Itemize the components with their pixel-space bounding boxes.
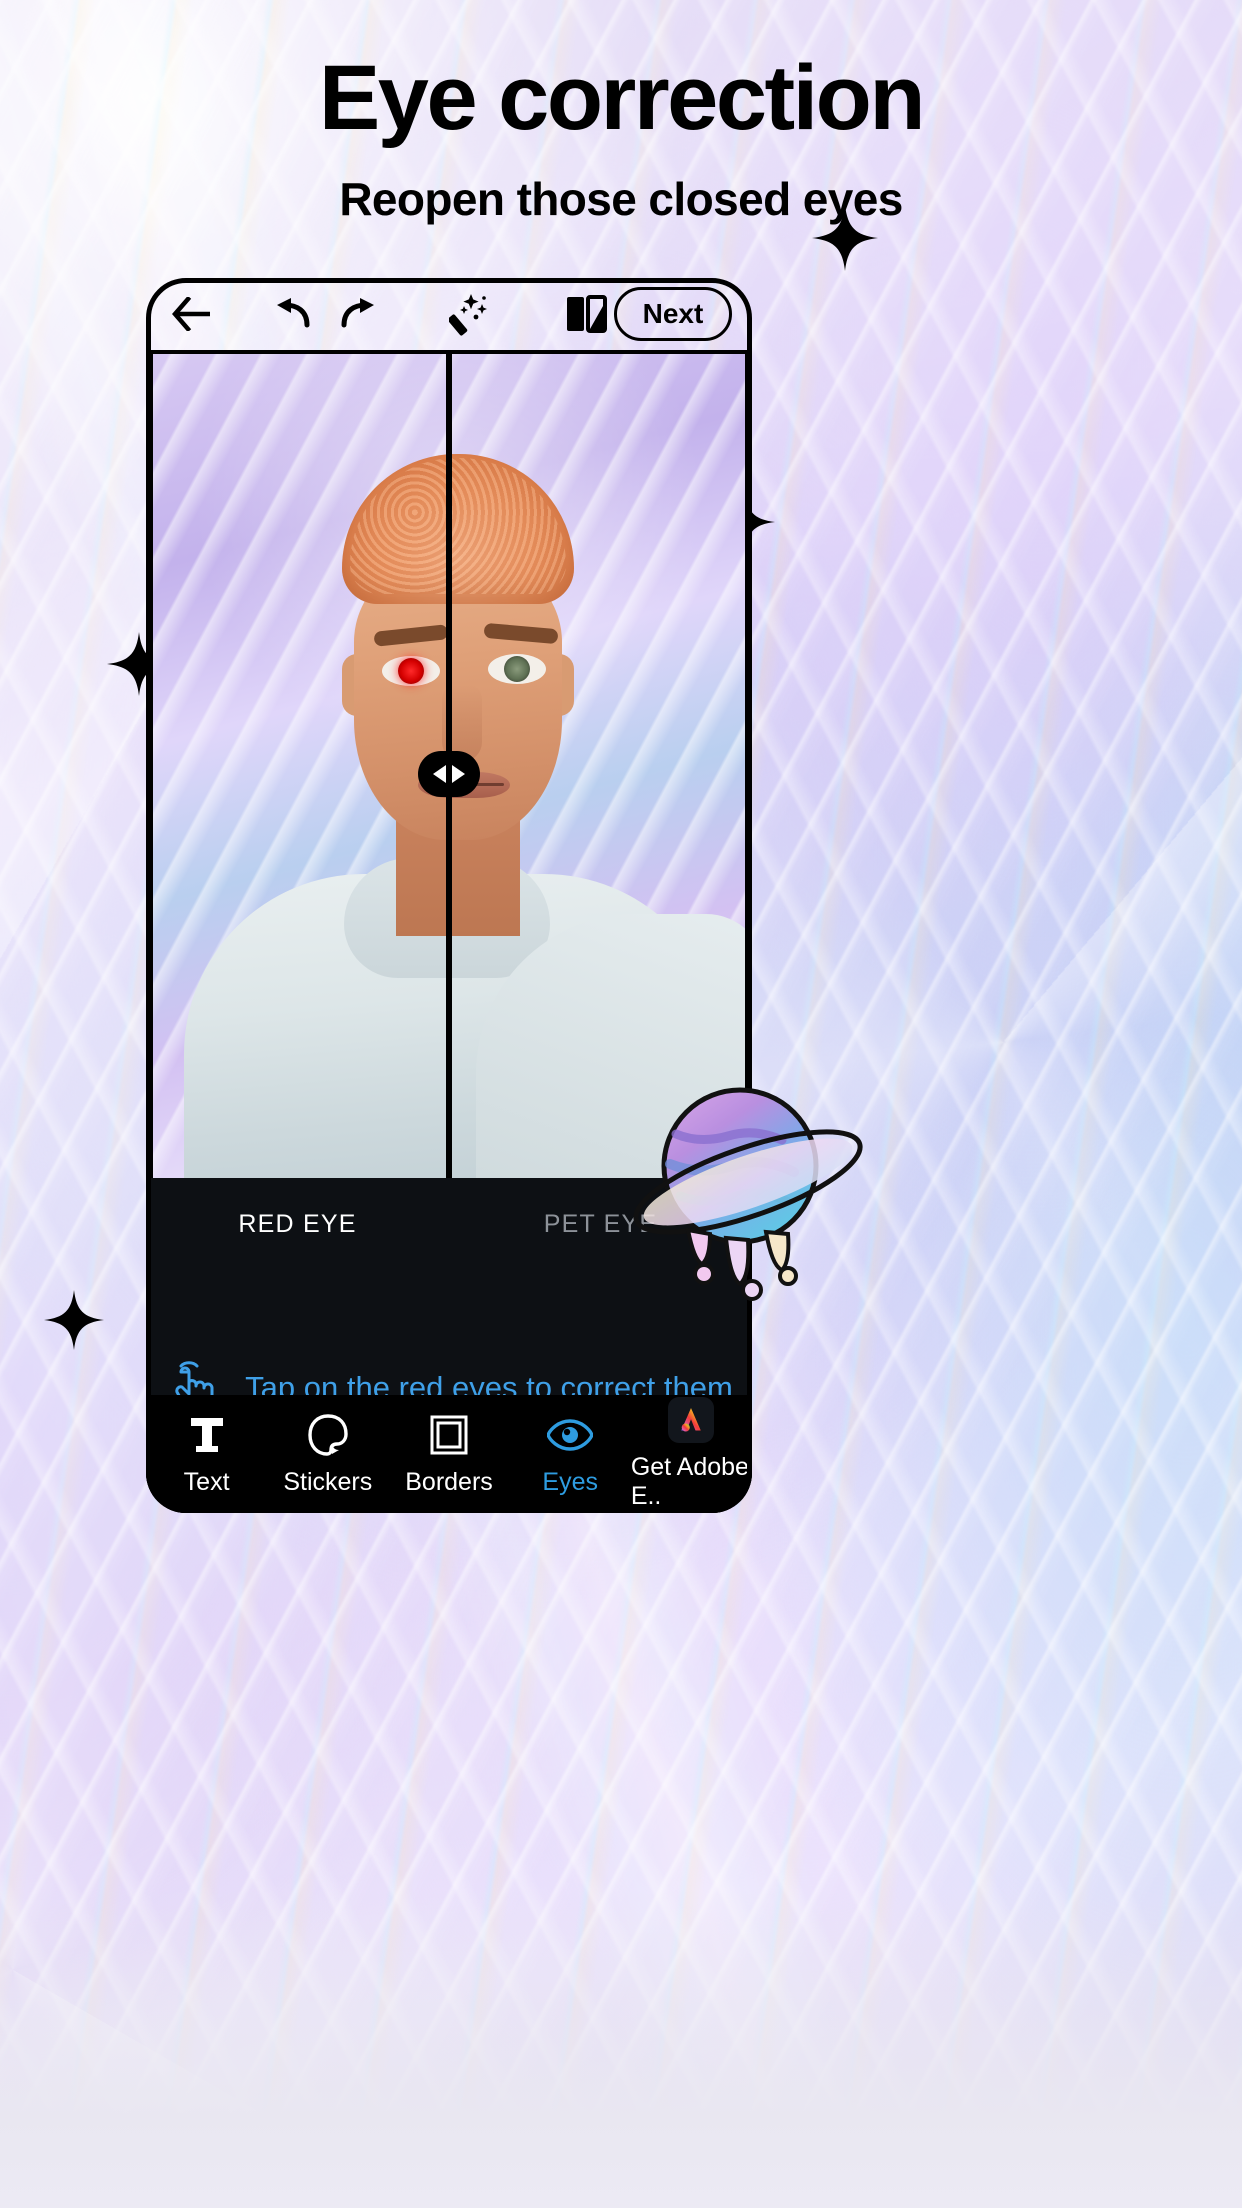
iris-normal: [504, 656, 530, 682]
nav-label-borders: Borders: [405, 1467, 493, 1496]
text-t-icon: [189, 1412, 225, 1458]
sparkle-icon: [44, 1290, 104, 1350]
holo-bottom-fade: [0, 1888, 1242, 2208]
border-square-icon: [429, 1412, 469, 1458]
nav-item-stickers[interactable]: Stickers: [267, 1412, 388, 1497]
next-button[interactable]: Next: [613, 287, 732, 341]
page-subtitle: Reopen those closed eyes: [339, 173, 903, 225]
back-arrow-icon[interactable]: [164, 286, 221, 342]
page-title: Eye correction: [318, 47, 926, 149]
crop-guide-right: [745, 354, 750, 1178]
magic-wand-icon[interactable]: [442, 286, 499, 342]
phone-app-screen: Next RED EYE PET EYE Tap on the red eyes…: [146, 278, 752, 1513]
editor-toolbar: Next: [146, 278, 752, 350]
eye-icon: [547, 1412, 594, 1458]
sticker-icon: [308, 1412, 348, 1458]
tab-red-eye[interactable]: RED EYE: [146, 1210, 449, 1239]
nav-label-text: Text: [183, 1467, 230, 1496]
eye-right-corrected[interactable]: [488, 654, 546, 684]
nav-label-get-adobe-express: Get Adobe E..: [630, 1453, 749, 1510]
next-button-label: Next: [642, 298, 704, 329]
eye-left-red[interactable]: [382, 656, 440, 686]
nav-item-eyes[interactable]: Eyes: [510, 1412, 631, 1497]
nav-label-stickers: Stickers: [283, 1467, 373, 1496]
redo-icon[interactable]: [332, 286, 389, 342]
bottom-navigation: Text Stickers Borders Eyes Get Adobe E..: [146, 1395, 752, 1513]
iris-red: [398, 658, 424, 684]
nav-item-borders[interactable]: Borders: [388, 1412, 509, 1497]
crop-guide-left: [148, 354, 153, 1178]
promo-headline-group: Eye correction Reopen those closed eyes: [0, 0, 1242, 226]
undo-icon[interactable]: [263, 286, 320, 342]
nav-item-get-adobe-express[interactable]: Get Adobe E..: [631, 1397, 752, 1511]
hair: [342, 454, 574, 604]
adobe-express-logo-icon: [668, 1397, 715, 1443]
planet-with-rings-sticker: [630, 1078, 880, 1308]
chevron-left-glyph: [433, 765, 446, 783]
chevron-right-glyph: [452, 765, 465, 783]
photo-canvas[interactable]: [146, 354, 752, 1178]
before-after-compare-icon[interactable]: [557, 286, 614, 342]
compare-slider-handle-icon[interactable]: [418, 751, 480, 797]
nav-label-eyes: Eyes: [542, 1467, 598, 1496]
nav-item-text[interactable]: Text: [146, 1412, 267, 1497]
sparkle-icon: [812, 205, 878, 271]
